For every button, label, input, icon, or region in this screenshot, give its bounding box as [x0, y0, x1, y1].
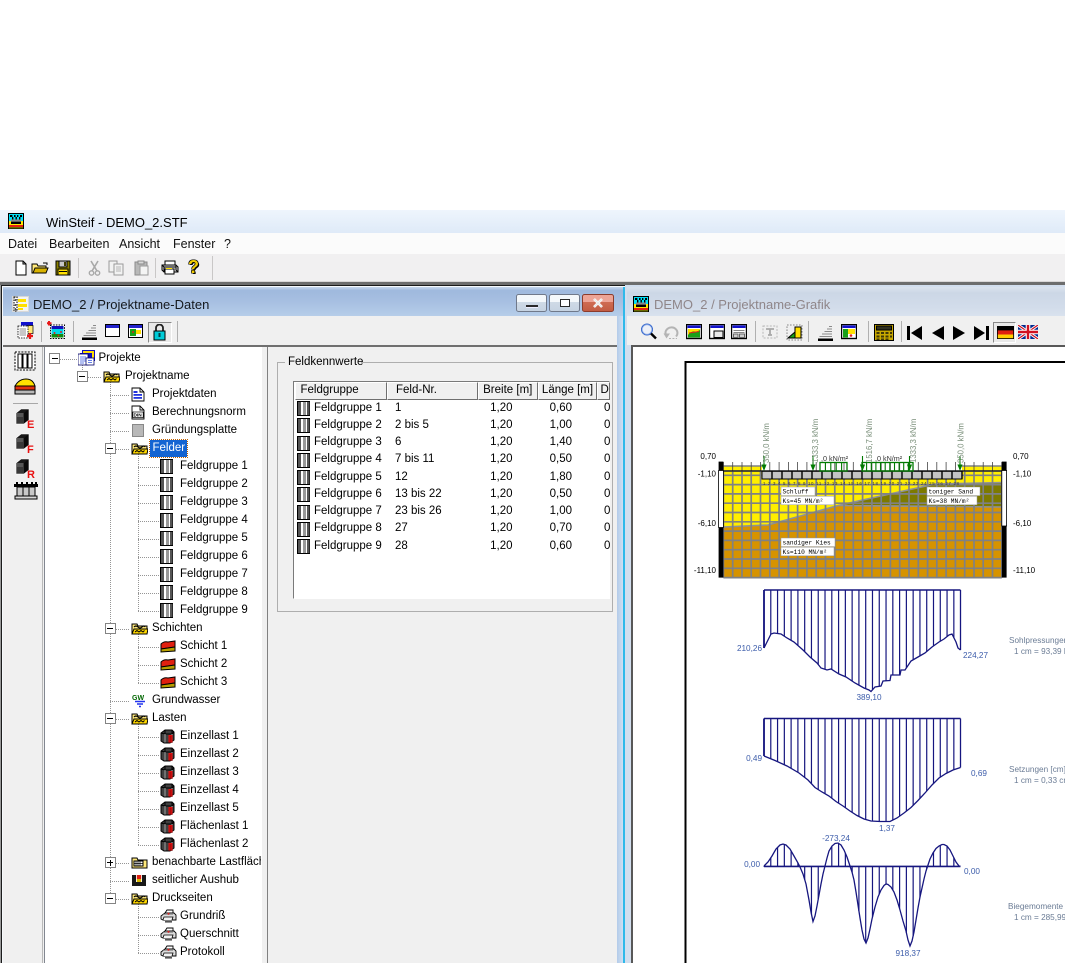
svg-text:0,00: 0,00: [744, 860, 760, 869]
svg-text:F: F: [27, 444, 34, 454]
svg-text:918,37: 918,37: [895, 949, 920, 958]
svg-text:toniger Sand: toniger Sand: [929, 489, 974, 496]
svg-text:R: R: [27, 469, 35, 479]
svg-text:1516,7 kN/m: 1516,7 kN/m: [865, 419, 874, 463]
svg-text:-6,10: -6,10: [698, 519, 717, 528]
svg-text:1333,3 kN/m: 1333,3 kN/m: [811, 419, 820, 463]
svg-text:-6,10: -6,10: [1013, 519, 1032, 528]
svg-text:,0 kN/m²: ,0 kN/m²: [821, 454, 849, 463]
svg-text:1,37: 1,37: [879, 824, 895, 833]
svg-text:389,10: 389,10: [856, 693, 881, 702]
svg-text:-1,10: -1,10: [698, 470, 717, 479]
svg-text:Setzungen [cm]: Setzungen [cm]: [1009, 765, 1065, 774]
svg-text:Biegemomente [kNm]: Biegemomente [kNm]: [1008, 902, 1065, 911]
svg-text:0,70: 0,70: [700, 452, 716, 461]
svg-text:DIN: DIN: [134, 412, 143, 418]
svg-text:0,70: 0,70: [1013, 452, 1029, 461]
svg-text:-11,10: -11,10: [1013, 566, 1036, 575]
svg-text:1333,3 kN/m: 1333,3 kN/m: [909, 419, 918, 463]
svg-text:sandiger Kies: sandiger Kies: [783, 540, 832, 547]
svg-text:Ks=45 MN/m²: Ks=45 MN/m²: [783, 498, 824, 505]
svg-text:-273,24: -273,24: [822, 834, 850, 843]
svg-text:Ks=38 MN/m²: Ks=38 MN/m²: [929, 498, 970, 505]
svg-text:1 cm = 0,33 cm: 1 cm = 0,33 cm: [1014, 776, 1065, 785]
svg-text:-1,10: -1,10: [1013, 470, 1032, 479]
svg-text:210,26: 210,26: [737, 644, 762, 653]
svg-text:1 2 3 4 5 6 7 8 9 10 11 12 13: 1 2 3 4 5 6 7 8 9 10 11 12 13 14 15 16 1…: [763, 481, 960, 486]
svg-text:1 cm = 93,39 kN/m²: 1 cm = 93,39 kN/m²: [1014, 647, 1065, 656]
svg-text:0,49: 0,49: [746, 754, 762, 763]
svg-text:1 cm = 285,99 kNm: 1 cm = 285,99 kNm: [1014, 913, 1065, 922]
svg-text:0,00: 0,00: [964, 867, 980, 876]
svg-text:350,0 kN/m: 350,0 kN/m: [957, 423, 966, 463]
svg-text:Sohlpressungen: Sohlpressungen: [1009, 636, 1065, 645]
svg-text:350,0 kN/m: 350,0 kN/m: [762, 423, 771, 463]
svg-text:-11,10: -11,10: [694, 566, 717, 575]
svg-text:0,69: 0,69: [971, 769, 987, 778]
svg-text:E: E: [27, 419, 34, 429]
svg-text:Ks=110 MN/m²: Ks=110 MN/m²: [783, 549, 828, 556]
svg-text:,0 kN/m²: ,0 kN/m²: [875, 454, 903, 463]
svg-text:224,27: 224,27: [963, 651, 988, 660]
svg-text:Schluff: Schluff: [783, 489, 809, 496]
